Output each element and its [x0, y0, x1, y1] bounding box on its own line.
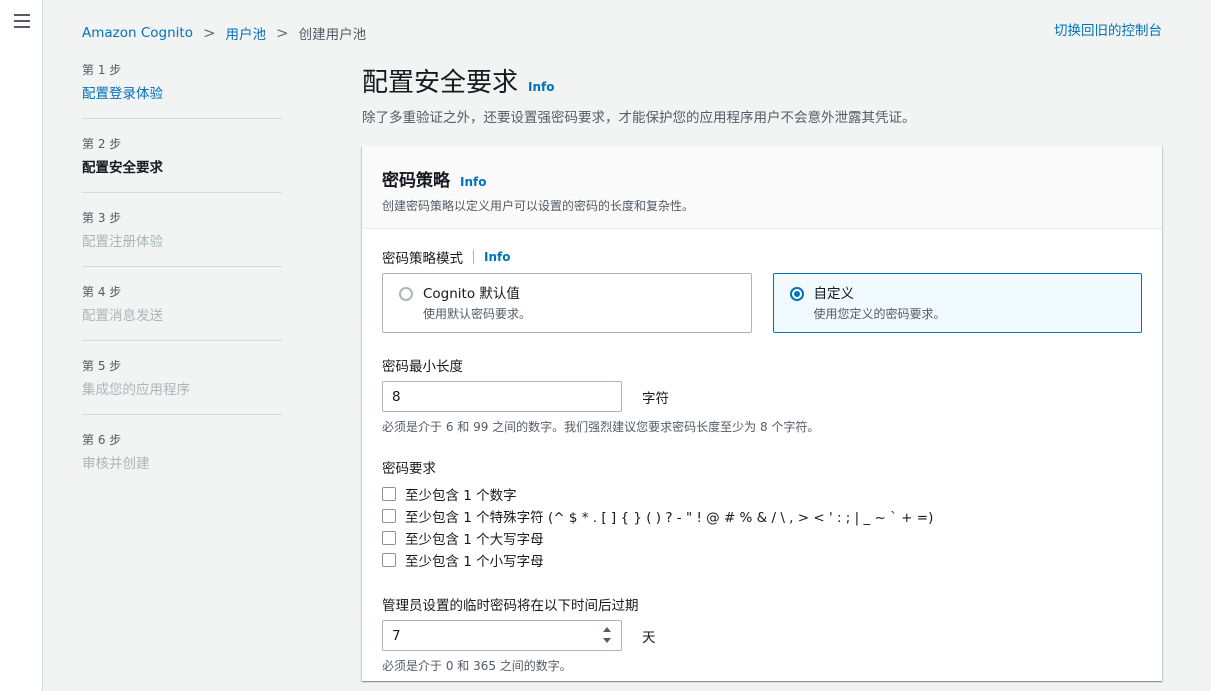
policy-mode-info-link[interactable]: Info — [484, 250, 510, 264]
chevron-right-icon: > — [276, 24, 289, 42]
page-header: 配置安全要求 Info — [362, 62, 555, 99]
requirement-label: 至少包含 1 个数字 — [405, 488, 517, 504]
wizard-step-4: 第 4 步 配置消息发送 — [82, 284, 282, 341]
wizard-step-1: 第 1 步 配置登录体验 — [82, 62, 282, 119]
card-title-row: 密码策略 Info — [382, 166, 1142, 191]
page-title: 配置安全要求 — [362, 68, 519, 98]
tile-description: 使用默认密码要求。 — [423, 307, 532, 321]
tile-title: 自定义 — [813, 286, 855, 302]
step-number: 第 5 步 — [82, 359, 122, 373]
tile-title: Cognito 默认值 — [423, 286, 520, 302]
switch-old-console-link[interactable]: 切换回旧的控制台 — [1054, 19, 1162, 39]
checkbox-number[interactable] — [382, 487, 396, 501]
requirements-list: 至少包含 1 个数字 至少包含 1 个特殊字符 (^ $ * . [ ] { }… — [382, 483, 1142, 571]
requirement-label: 至少包含 1 个特殊字符 (^ $ * . [ ] { } ( ) ? - " … — [405, 510, 934, 526]
wizard-step-2: 第 2 步 配置安全要求 — [82, 136, 282, 193]
card-body: 密码策略模式 Info Cognito 默认值 使用默认密码要求。 自定义 使用… — [362, 229, 1162, 674]
card-subtitle: 创建密码策略以定义用户可以设置的密码的长度和复杂性。 — [382, 199, 695, 213]
step-title-disabled: 配置注册体验 — [82, 234, 163, 250]
tile-content: Cognito 默认值 使用默认密码要求。 — [423, 285, 531, 322]
wizard-step-5: 第 5 步 集成您的应用程序 — [82, 358, 282, 415]
wizard-steps: 第 1 步 配置登录体验 第 2 步 配置安全要求 第 3 步 配置注册体验 第… — [82, 62, 282, 505]
min-length-unit: 字符 — [642, 390, 669, 407]
page-description: 除了多重验证之外，还要设置强密码要求，才能保护您的应用程序用户不会意外泄露其凭证… — [362, 110, 916, 126]
temp-expiry-unit: 天 — [642, 629, 656, 646]
requirements-label: 密码要求 — [382, 461, 436, 477]
password-policy-card: 密码策略 Info 创建密码策略以定义用户可以设置的密码的长度和复杂性。 密码策… — [362, 146, 1162, 681]
breadcrumb: Amazon Cognito > 用户池 > 创建用户池 — [82, 23, 366, 43]
requirement-lowercase[interactable]: 至少包含 1 个小写字母 — [382, 549, 1142, 571]
tile-description: 使用您定义的密码要求。 — [813, 307, 946, 321]
page-info-link[interactable]: Info — [528, 80, 554, 94]
step-number: 第 4 步 — [82, 285, 122, 299]
card-info-link[interactable]: Info — [460, 175, 486, 189]
tile-cognito-default[interactable]: Cognito 默认值 使用默认密码要求。 — [382, 273, 752, 333]
checkbox-lowercase[interactable] — [382, 553, 396, 567]
radio-cognito-default[interactable] — [399, 287, 413, 301]
card-title: 密码策略 — [382, 171, 450, 191]
step-number: 第 1 步 — [82, 63, 122, 77]
temp-expiry-label: 管理员设置的临时密码将在以下时间后过期 — [382, 598, 639, 614]
step-title-link[interactable]: 配置登录体验 — [82, 84, 282, 104]
tile-custom[interactable]: 自定义 使用您定义的密码要求。 — [772, 273, 1142, 333]
temp-expiry-row: 天 — [382, 620, 1142, 651]
wizard-step-6: 第 6 步 审核并创建 — [82, 432, 282, 488]
step-title-disabled: 集成您的应用程序 — [82, 382, 190, 398]
requirement-label: 至少包含 1 个大写字母 — [405, 532, 544, 548]
temp-expiry-hint: 必须是介于 0 和 365 之间的数字。 — [382, 659, 572, 673]
requirement-special[interactable]: 至少包含 1 个特殊字符 (^ $ * . [ ] { } ( ) ? - " … — [382, 505, 1142, 527]
breadcrumb-cognito[interactable]: Amazon Cognito — [82, 25, 193, 41]
min-length-row: 字符 — [382, 381, 1142, 412]
chevron-right-icon: > — [202, 24, 216, 42]
min-length-hint: 必须是介于 6 和 99 之间的数字。我们强烈建议您要求密码长度至少为 8 个字… — [382, 420, 820, 434]
step-number: 第 3 步 — [82, 211, 122, 225]
step-number: 第 2 步 — [82, 137, 122, 151]
label-divider — [473, 250, 474, 264]
policy-mode-tiles: Cognito 默认值 使用默认密码要求。 自定义 使用您定义的密码要求。 — [382, 273, 1142, 333]
menu-icon[interactable] — [14, 14, 30, 28]
card-header: 密码策略 Info 创建密码策略以定义用户可以设置的密码的长度和复杂性。 — [362, 146, 1162, 229]
radio-custom[interactable] — [789, 287, 804, 301]
wizard-step-3: 第 3 步 配置注册体验 — [82, 210, 282, 267]
side-nav-strip — [0, 0, 43, 691]
requirement-uppercase[interactable]: 至少包含 1 个大写字母 — [382, 527, 1142, 549]
step-title-active: 配置安全要求 — [82, 160, 163, 176]
temp-expiry-number-field — [382, 620, 622, 651]
breadcrumb-user-pools[interactable]: 用户池 — [226, 23, 267, 43]
step-title-disabled: 审核并创建 — [82, 456, 150, 472]
policy-mode-label-text: 密码策略模式 — [382, 251, 463, 267]
checkbox-special[interactable] — [382, 509, 396, 523]
step-title-disabled: 配置消息发送 — [82, 308, 163, 324]
checkbox-uppercase[interactable] — [382, 531, 396, 545]
min-length-label: 密码最小长度 — [382, 359, 463, 375]
breadcrumb-current: 创建用户池 — [298, 27, 367, 43]
number-stepper-icon[interactable] — [602, 627, 612, 643]
temp-expiry-input[interactable] — [382, 620, 622, 651]
requirement-label: 至少包含 1 个小写字母 — [405, 554, 544, 570]
tile-content: 自定义 使用您定义的密码要求。 — [814, 285, 946, 322]
step-number: 第 6 步 — [82, 433, 122, 447]
policy-mode-label: 密码策略模式 Info — [382, 247, 1142, 267]
requirement-number[interactable]: 至少包含 1 个数字 — [382, 483, 1142, 505]
min-length-input[interactable] — [382, 381, 622, 412]
